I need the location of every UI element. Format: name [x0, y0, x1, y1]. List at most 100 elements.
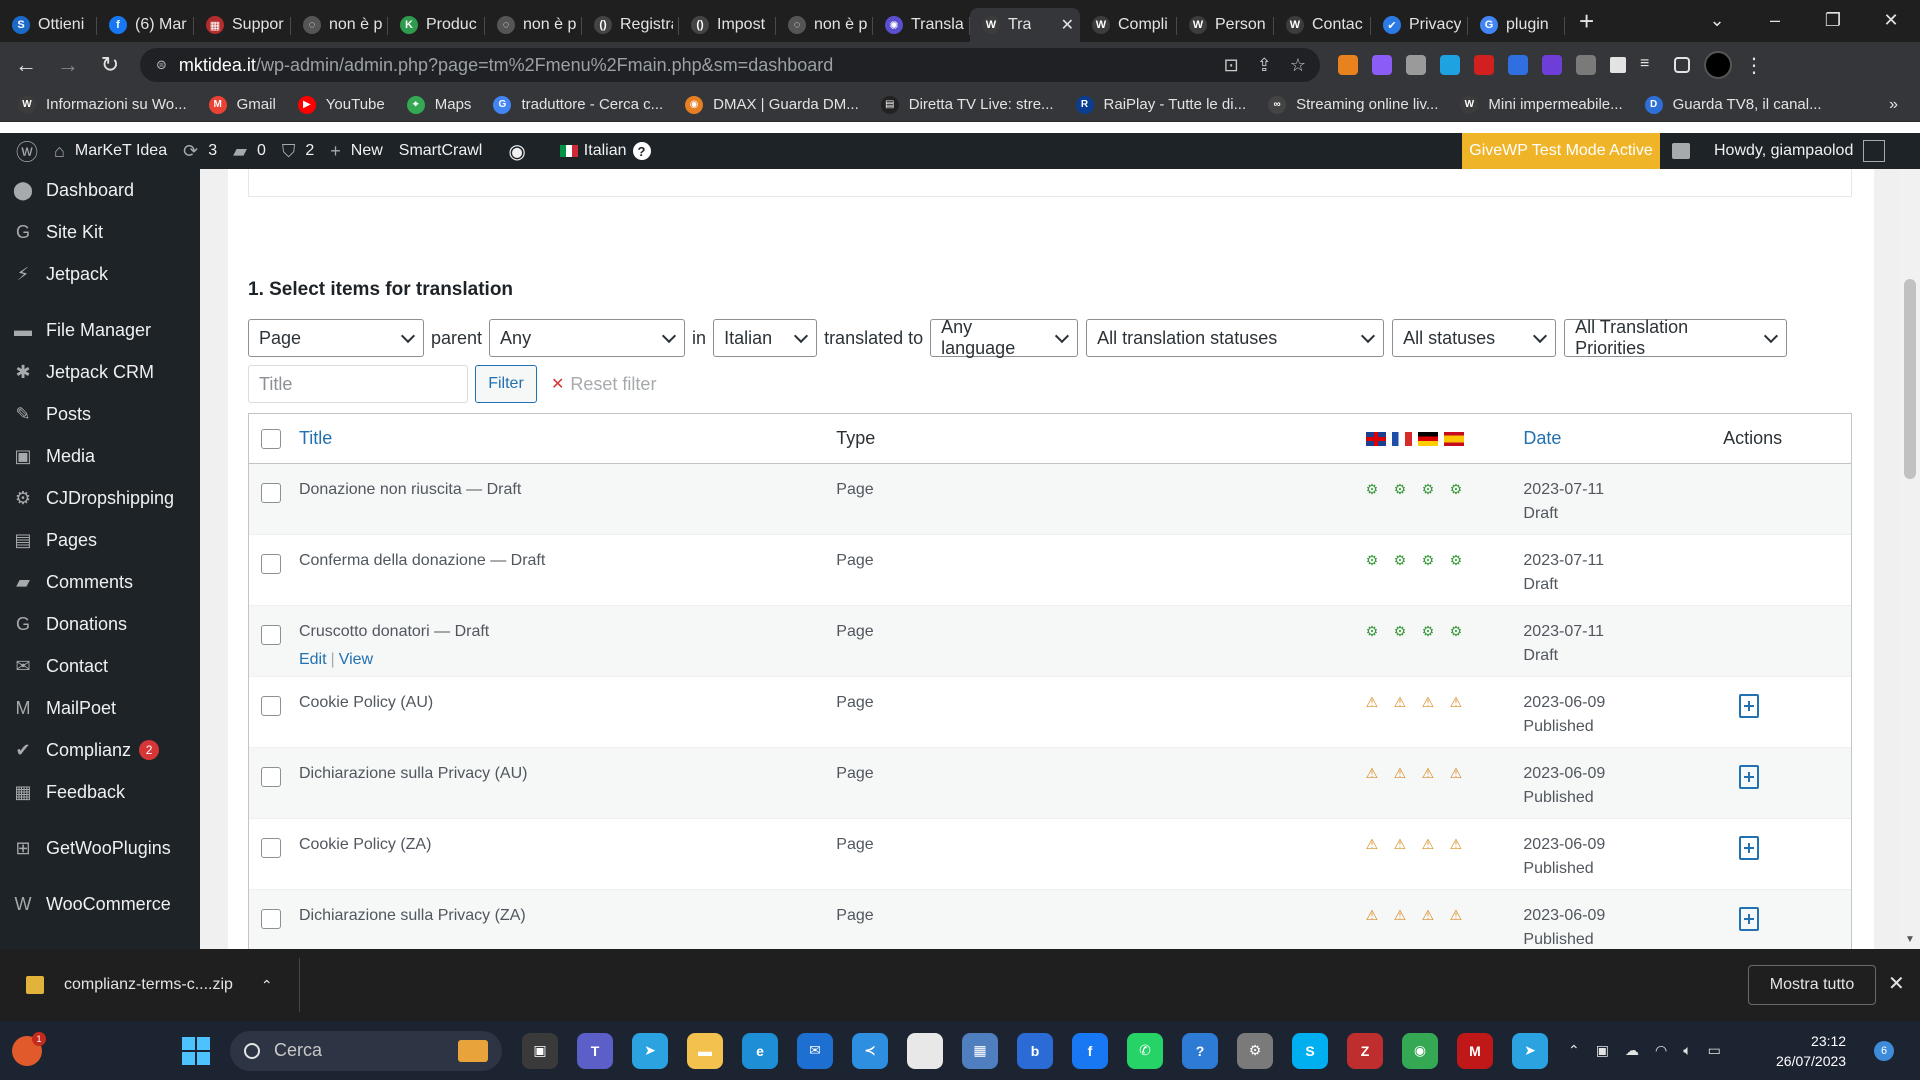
sidebar-item-complianz[interactable]: ✔ Complianz 2 [0, 729, 200, 771]
show-all-downloads-button[interactable]: Mostra tutto [1748, 965, 1876, 1005]
view-link[interactable]: View [339, 651, 373, 668]
bookmarks-more-icon[interactable]: » [1889, 96, 1898, 114]
telegram-2-app-icon[interactable]: ➤ [1512, 1032, 1548, 1069]
download-file-name[interactable]: complianz-terms-c....zip [64, 976, 233, 994]
browser-tab[interactable]: f (6) Mar [97, 8, 194, 42]
more-menu-icon[interactable]: ⋮ [1744, 53, 1764, 78]
browser-tab[interactable]: W Person [1177, 8, 1274, 42]
bookmark-item[interactable]: ▤ Diretta TV Live: stre... [880, 95, 1054, 114]
translation-complete-icon-de[interactable]: ⚙ [1422, 481, 1444, 498]
skype-app-icon[interactable]: S [1292, 1032, 1328, 1069]
browser-tab[interactable]: W Tra ✕ [970, 8, 1080, 42]
share-icon[interactable]: ⇪ [1257, 55, 1272, 76]
new-content-link[interactable]: + New [330, 141, 383, 162]
translation-needed-icon-de[interactable]: ⚠ [1422, 907, 1444, 924]
row-checkbox[interactable] [261, 625, 281, 645]
scroll-down-icon[interactable]: ▼ [1905, 934, 1915, 945]
title-search-input[interactable] [248, 365, 468, 403]
minimize-icon[interactable]: – [1746, 10, 1804, 31]
row-title[interactable]: Dichiarazione sulla Privacy (AU) [299, 765, 836, 783]
edit-link[interactable]: Edit [299, 651, 327, 668]
translation-needed-icon-en[interactable]: ⚠ [1366, 694, 1388, 711]
close-window-icon[interactable]: ✕ [1862, 10, 1920, 31]
help-icon[interactable]: ? [632, 142, 651, 160]
bing-app-icon[interactable]: b [1017, 1032, 1053, 1069]
extension-icon[interactable] [1542, 55, 1562, 75]
task-view-app-icon[interactable]: ▣ [522, 1032, 558, 1069]
givewp-test-mode-badge[interactable]: GiveWP Test Mode Active [1462, 133, 1660, 169]
browser-tab[interactable]: ✺ Translat [873, 8, 970, 42]
translation-needed-icon-en[interactable]: ⚠ [1366, 907, 1388, 924]
translate-icon[interactable]: ⊡ [1224, 55, 1239, 76]
site-info-icon[interactable]: ⊜ [156, 57, 167, 73]
browser-tab[interactable]: W Contac [1274, 8, 1371, 42]
bookmark-star-icon[interactable]: ☆ [1290, 55, 1306, 76]
chrome-app-icon[interactable]: ◉ [1402, 1032, 1438, 1069]
sidebar-item-pages[interactable]: ▤ Pages [0, 519, 200, 561]
scrollbar-thumb[interactable] [1904, 279, 1916, 479]
add-to-basket-icon[interactable] [1739, 765, 1760, 789]
extension-icon[interactable] [1440, 55, 1460, 75]
translation-complete-icon-fr[interactable]: ⚙ [1394, 623, 1416, 640]
browser-tab[interactable]: ✔ Privacy [1371, 8, 1468, 42]
translation-needed-icon-es[interactable]: ⚠ [1450, 694, 1472, 711]
security-link[interactable]: ⛉ 2 [282, 141, 314, 162]
telegram-app-icon[interactable]: ➤ [632, 1032, 668, 1069]
sidebar-item-posts[interactable]: ✎ Posts [0, 393, 200, 435]
reload-icon[interactable]: ↻ [94, 52, 126, 78]
translation-needed-icon-es[interactable]: ⚠ [1450, 907, 1472, 924]
sidebar-item-cjdropshipping[interactable]: ⚙ CJDropshipping [0, 477, 200, 519]
sidebar-item-donations[interactable]: G Donations [0, 603, 200, 645]
sidebar-item-contact[interactable]: ✉ Contact [0, 645, 200, 687]
notifications-icon[interactable] [1672, 143, 1690, 159]
reset-filter-link[interactable]: ✕ Reset filter [551, 374, 656, 395]
notification-count-badge[interactable]: 6 [1874, 1041, 1894, 1061]
whatsapp-app-icon[interactable]: ✆ [1127, 1032, 1163, 1069]
bookmark-item[interactable]: M Gmail [208, 95, 276, 114]
translation-needed-icon-de[interactable]: ⚠ [1422, 836, 1444, 853]
date-column-header[interactable]: Date [1523, 428, 1723, 449]
language-select[interactable]: Italian [713, 319, 818, 357]
filter-button[interactable]: Filter [475, 365, 537, 403]
translation-complete-icon-en[interactable]: ⚙ [1366, 481, 1388, 498]
site-name-link[interactable]: ⌂ MarKeT Idea [54, 141, 167, 162]
profile-avatar[interactable] [1704, 51, 1732, 79]
metamask-extension-icon[interactable] [1338, 55, 1358, 75]
browser-tab[interactable]: () Impost [679, 8, 776, 42]
translation-complete-icon-en[interactable]: ⚙ [1366, 552, 1388, 569]
wordpress-logo-icon[interactable]: ⓦ [16, 135, 38, 167]
wifi-icon[interactable]: ◠ [1655, 1042, 1667, 1059]
settings-app-icon[interactable]: ⚙ [1237, 1032, 1273, 1069]
volume-icon[interactable]: 🔈︎ [1683, 1042, 1691, 1059]
translation-complete-icon-es[interactable]: ⚙ [1450, 623, 1472, 640]
bookmark-item[interactable]: ▶ YouTube [297, 95, 385, 114]
bookmark-item[interactable]: W Mini impermeabile... [1460, 95, 1623, 114]
explorer-app-icon[interactable]: ▬ [687, 1032, 723, 1069]
browser-tab[interactable]: Gplugin [1468, 8, 1565, 42]
row-title[interactable]: Cookie Policy (AU) [299, 694, 836, 712]
add-to-basket-icon[interactable] [1739, 907, 1760, 931]
translation-complete-icon-fr[interactable]: ⚙ [1394, 552, 1416, 569]
translation-needed-icon-es[interactable]: ⚠ [1450, 765, 1472, 782]
vscode-app-icon[interactable]: ≺ [852, 1032, 888, 1069]
row-checkbox[interactable] [261, 767, 281, 787]
translation-needed-icon-en[interactable]: ⚠ [1366, 836, 1388, 853]
sidebar-item-media[interactable]: ▣ Media [0, 435, 200, 477]
updates-link[interactable]: ⟳ 3 [183, 141, 217, 162]
sidebar-item-jetpack[interactable]: ⚡ Jetpack [0, 253, 200, 295]
new-tab-button[interactable]: + [1579, 6, 1594, 37]
bookmark-item[interactable]: R RaiPlay - Tutte le di... [1075, 95, 1246, 114]
title-column-header[interactable]: Title [299, 428, 836, 449]
browser-tab[interactable]: ◌ non è p [776, 8, 873, 42]
row-title[interactable]: Cruscotto donatori — Draft [299, 623, 836, 641]
type-select[interactable]: Page [248, 319, 424, 357]
extension-icon[interactable] [1474, 55, 1494, 75]
filezilla-app-icon[interactable]: Z [1347, 1032, 1383, 1069]
translation-complete-icon-de[interactable]: ⚙ [1422, 552, 1444, 569]
taskbar-search[interactable]: Cerca [230, 1030, 502, 1071]
forward-icon[interactable]: → [52, 52, 84, 78]
bookmark-item[interactable]: ⌖ Maps [406, 95, 471, 114]
translation-needed-icon-fr[interactable]: ⚠ [1394, 694, 1416, 711]
smartcrawl-link[interactable]: SmartCrawl [399, 142, 483, 160]
browser-tab[interactable]: ◌ non è p [291, 8, 388, 42]
